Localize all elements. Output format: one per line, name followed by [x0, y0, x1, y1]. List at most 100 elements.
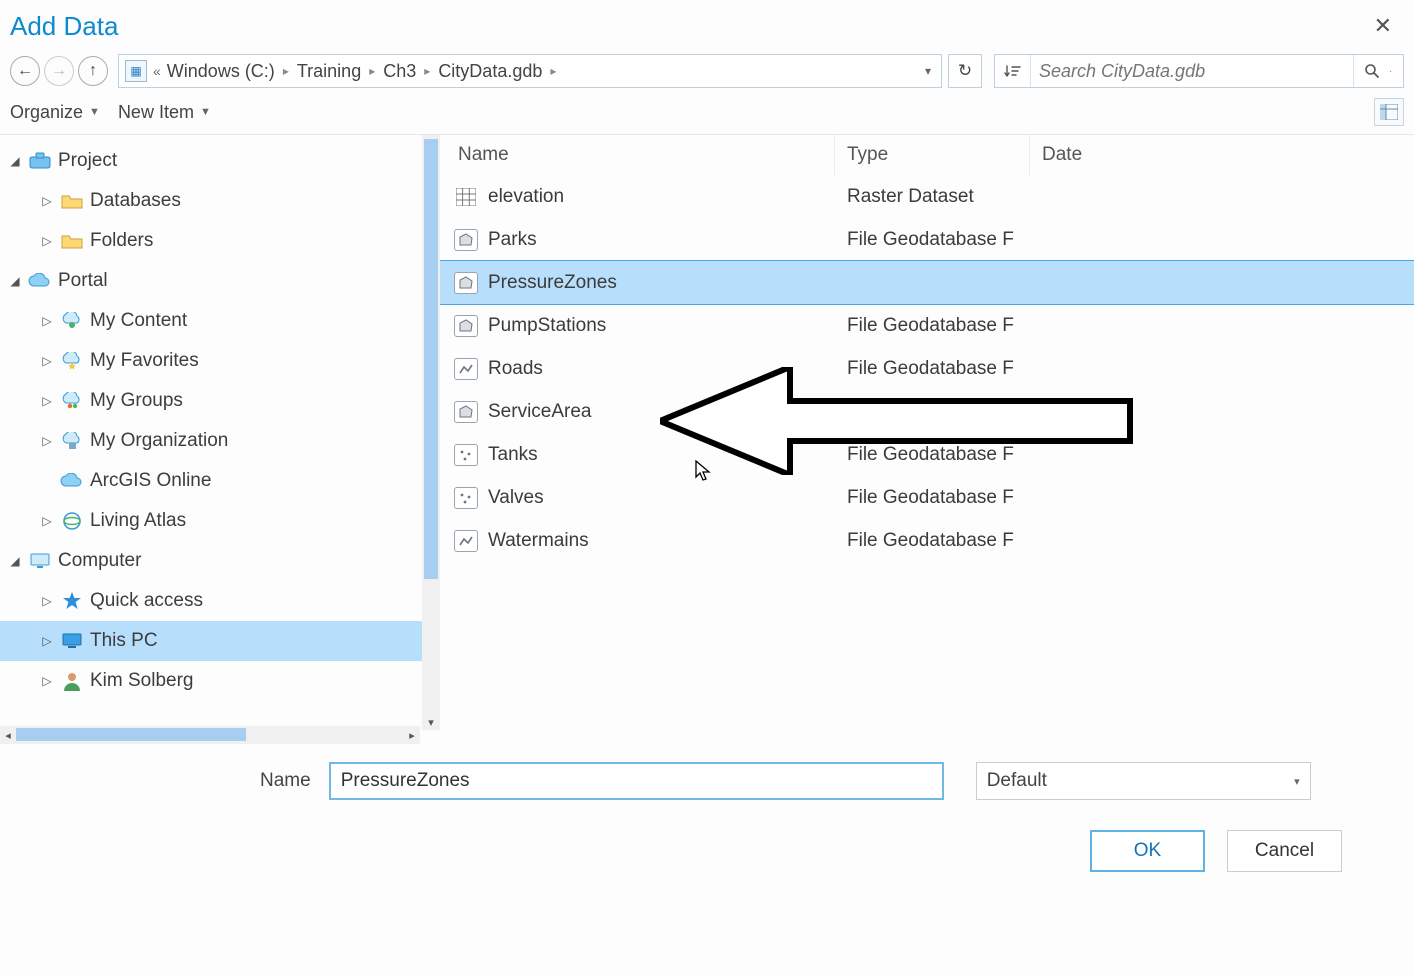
tree-item-my-content[interactable]: ▷ My Content [0, 301, 440, 341]
polygon-icon [454, 315, 478, 337]
tree-label: Living Atlas [90, 510, 186, 532]
list-item[interactable]: ServiceAreaFile Geodatabase F [440, 390, 1414, 433]
item-type: File Geodatabase F [835, 487, 1030, 509]
search-input[interactable] [1031, 61, 1353, 82]
close-button[interactable]: ✕ [1366, 10, 1400, 42]
tree-label: My Organization [90, 430, 228, 452]
cancel-button[interactable]: Cancel [1227, 830, 1342, 872]
line-icon [454, 358, 478, 380]
item-type: File Geodatabase F [835, 229, 1030, 251]
tree-label: Databases [90, 190, 181, 212]
back-button[interactable]: ← [10, 56, 40, 86]
list-item[interactable]: WatermainsFile Geodatabase F [440, 519, 1414, 562]
tree-item-portal[interactable]: ◢ Portal [0, 261, 440, 301]
tree-label: ArcGIS Online [90, 470, 211, 492]
cloud-icon [60, 470, 84, 492]
new-item-menu[interactable]: New Item ▼ [118, 102, 211, 123]
tree-label: My Content [90, 310, 187, 332]
item-name: elevation [488, 186, 564, 208]
item-name: PressureZones [488, 272, 617, 294]
up-button[interactable]: ↑ [78, 56, 108, 86]
tree-label: Folders [90, 230, 153, 252]
refresh-button[interactable]: ↻ [948, 54, 982, 88]
breadcrumb-item[interactable]: Ch3 [383, 61, 416, 82]
filter-value: Default [987, 770, 1047, 792]
column-header-type[interactable]: Type [835, 135, 1030, 175]
tree-label: Computer [58, 550, 141, 572]
search-button[interactable] [1353, 55, 1389, 87]
name-label: Name [260, 770, 311, 792]
search-options[interactable]: · [1389, 66, 1403, 77]
cloud-group-icon [60, 390, 84, 412]
list-item[interactable]: Roads File Geodatabase F [440, 347, 1414, 390]
item-type: File Geodatabase F [835, 444, 1030, 466]
ok-button[interactable]: OK [1090, 830, 1205, 872]
polygon-icon [454, 401, 478, 423]
breadcrumb-item[interactable]: Windows (C:) [167, 61, 275, 82]
item-name: Roads [488, 358, 543, 380]
computer-icon [28, 550, 52, 572]
tree-vscrollbar[interactable]: ▾ [422, 135, 440, 730]
chevron-right-icon: ▸ [281, 64, 291, 78]
list-item[interactable]: elevationRaster Dataset [440, 175, 1414, 218]
column-header-name[interactable]: Name [440, 135, 835, 175]
tree-item-my-groups[interactable]: ▷ My Groups [0, 381, 440, 421]
polygon-icon [454, 229, 478, 251]
item-name: ServiceArea [488, 401, 592, 423]
list-item[interactable]: Valves File Geodatabase F [440, 476, 1414, 519]
organize-label: Organize [10, 102, 83, 123]
caret-down-icon: ▼ [89, 106, 100, 118]
item-type: File Geodatabase F [835, 315, 1030, 337]
tree-item-user[interactable]: ▷ Kim Solberg [0, 661, 440, 701]
tree-item-my-organization[interactable]: ▷ My Organization [0, 421, 440, 461]
folder-icon [60, 230, 84, 252]
polygon-icon [454, 272, 478, 294]
cloud-org-icon [60, 430, 84, 452]
breadcrumb-item[interactable]: Training [297, 61, 361, 82]
sort-button[interactable] [995, 55, 1031, 87]
tree-label: My Groups [90, 390, 183, 412]
tree-item-living-atlas[interactable]: ▷ Living Atlas [0, 501, 440, 541]
column-header-date[interactable]: Date [1030, 135, 1414, 175]
tree-item-folders[interactable]: ▷ Folders [0, 221, 440, 261]
tree-item-arcgis-online[interactable]: ArcGIS Online [0, 461, 440, 501]
filter-select[interactable]: Default ▾ [976, 762, 1311, 800]
tree-item-my-favorites[interactable]: ▷ My Favorites [0, 341, 440, 381]
breadcrumb-dropdown[interactable]: ▾ [921, 64, 935, 78]
name-input[interactable] [329, 762, 944, 800]
item-type: File Geodatabase F [835, 358, 1030, 380]
point-icon [454, 444, 478, 466]
chevron-right-icon: ▸ [367, 64, 377, 78]
forward-button[interactable]: → [44, 56, 74, 86]
tree-item-computer[interactable]: ◢ Computer [0, 541, 440, 581]
tree-hscrollbar[interactable]: ◂ ▸ [0, 726, 420, 744]
organize-menu[interactable]: Organize ▼ [10, 102, 100, 123]
caret-down-icon: ▼ [200, 106, 211, 118]
item-name: Valves [488, 487, 544, 509]
tree-item-this-pc[interactable]: ▷ This PC [0, 621, 440, 661]
project-icon [28, 150, 52, 172]
breadcrumb-item[interactable]: CityData.gdb [438, 61, 542, 82]
location-icon: ▦ [125, 60, 147, 82]
tree-label: Kim Solberg [90, 670, 194, 692]
chevron-left-icon: « [153, 63, 161, 79]
line-icon [454, 530, 478, 552]
star-icon [60, 590, 84, 612]
chevron-right-icon: ▸ [548, 64, 558, 78]
cloud-star-icon [60, 350, 84, 372]
tree-label: Project [58, 150, 117, 172]
tree-item-databases[interactable]: ▷ Databases [0, 181, 440, 221]
view-toggle-button[interactable] [1374, 98, 1404, 126]
tree-item-quick-access[interactable]: ▷ Quick access [0, 581, 440, 621]
search-box: · [994, 54, 1404, 88]
raster-icon [454, 186, 478, 208]
tree-item-project[interactable]: ◢ Project [0, 141, 440, 181]
breadcrumb[interactable]: ▦ « Windows (C:) ▸ Training ▸ Ch3 ▸ City… [118, 54, 942, 88]
list-item[interactable]: PressureZones [440, 261, 1414, 304]
list-item[interactable]: PumpStationsFile Geodatabase F [440, 304, 1414, 347]
list-item[interactable]: Parks File Geodatabase F [440, 218, 1414, 261]
chevron-right-icon: ▸ [422, 64, 432, 78]
list-item[interactable]: TanksFile Geodatabase F [440, 433, 1414, 476]
item-name: Parks [488, 229, 537, 251]
cloud-user-icon [60, 310, 84, 332]
